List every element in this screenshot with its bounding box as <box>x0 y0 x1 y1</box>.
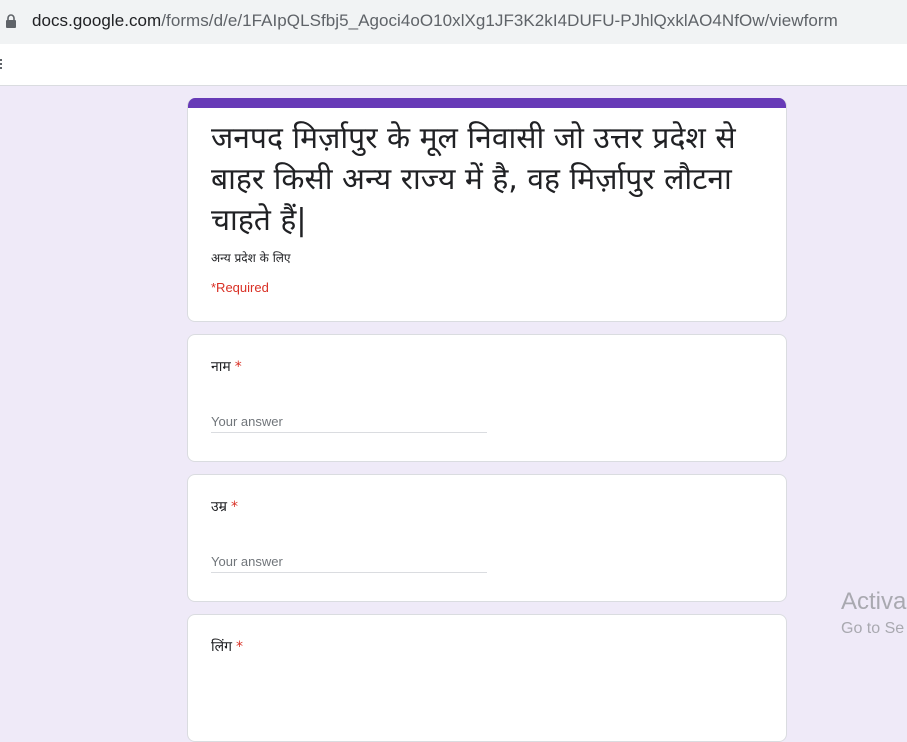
question-label: उम्र * <box>211 497 238 516</box>
lock-icon[interactable] <box>5 14 17 33</box>
required-star: * <box>231 499 239 515</box>
url-domain: docs.google.com <box>32 11 162 30</box>
required-star: * <box>234 359 242 375</box>
question-card-gender: लिंग * <box>187 614 787 742</box>
form-title: जनपद मिर्ज़ापुर के मूल निवासी जो उत्तर प… <box>211 121 736 238</box>
question-card-name: नाम * <box>187 334 787 462</box>
question-label: लिंग * <box>211 637 243 656</box>
required-note: *Required <box>211 280 269 295</box>
watermark-line1: Activa <box>841 588 907 615</box>
required-star: * <box>236 639 243 655</box>
watermark-line2: Go to Se <box>841 620 905 637</box>
bookmarks-bar <box>0 44 907 86</box>
activate-windows-watermark: Activa Go to Se <box>841 588 906 638</box>
url-text[interactable]: docs.google.com/forms/d/e/1FAIpQLSfbj5_A… <box>32 11 838 31</box>
answer-input-age[interactable] <box>211 550 487 573</box>
form-header-card: जनपद मिर्ज़ापुर के मूल निवासी जो उत्तर प… <box>187 98 787 322</box>
answer-input-name[interactable] <box>211 410 487 433</box>
question-text: नाम <box>211 359 231 375</box>
question-card-age: उम्र * <box>187 474 787 602</box>
question-text: लिंग <box>211 639 232 655</box>
form-description: अन्य प्रदेश के लिए <box>211 251 291 265</box>
apps-icon[interactable] <box>0 59 4 71</box>
address-bar[interactable]: docs.google.com/forms/d/e/1FAIpQLSfbj5_A… <box>0 0 907 44</box>
question-text: उम्र <box>211 499 228 515</box>
url-path: /forms/d/e/1FAIpQLSfbj5_Agoci4oO10xlXg1J… <box>161 11 838 30</box>
accent-bar <box>188 98 786 108</box>
question-label: नाम * <box>211 357 242 376</box>
